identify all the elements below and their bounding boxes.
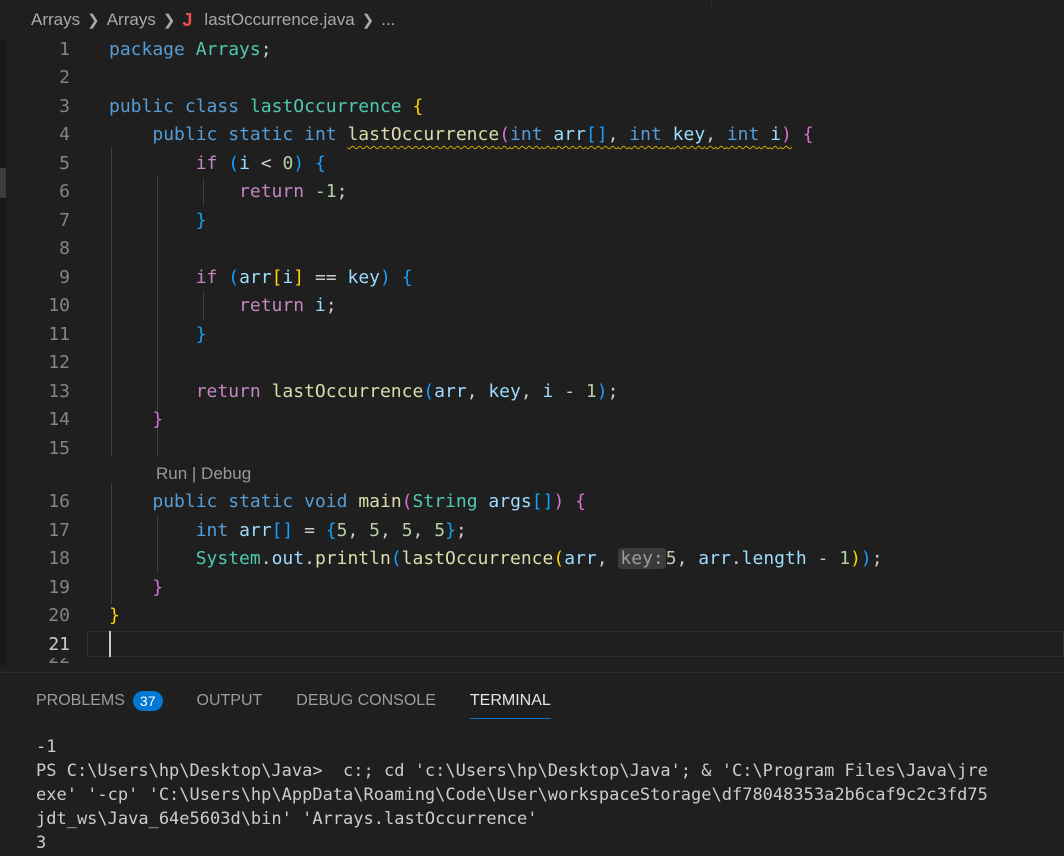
text-cursor — [109, 631, 111, 657]
line-number: 20 — [48, 605, 70, 626]
code-text: public class lastOccurrence { — [109, 96, 424, 117]
terminal-line: -1 — [36, 737, 57, 757]
code-text: public static void main(String args[]) { — [152, 491, 586, 512]
code-line: 10 return i; — [7, 292, 1064, 320]
code-line: 4 public static int lastOccurrence(int a… — [7, 121, 1064, 149]
code-line: 17 int arr[] = {5, 5, 5, 5}; — [7, 517, 1064, 545]
code-text: return -1; — [239, 181, 348, 202]
code-line: 18 System.out.println(lastOccurrence(arr… — [7, 545, 1064, 573]
left-gutter — [0, 40, 7, 665]
line-number: 16 — [48, 491, 70, 512]
code-line: 14 } — [7, 406, 1064, 434]
bottom-panel: PROBLEMS 37 OUTPUT DEBUG CONSOLE TERMINA… — [0, 672, 1064, 856]
line-number: 18 — [48, 548, 70, 569]
code-text: } — [195, 324, 207, 345]
line-number: 3 — [59, 96, 70, 117]
line-number: 5 — [59, 153, 70, 174]
tab-debug-console[interactable]: DEBUG CONSOLE — [296, 687, 436, 715]
code-line: 1 package Arrays; — [7, 36, 1064, 64]
code-line: 11 } — [7, 321, 1064, 349]
code-text: if (arr[i] == key) { — [195, 267, 413, 288]
code-line: 19 } — [7, 574, 1064, 602]
code-text: return lastOccurrence(arr, key, i - 1); — [195, 381, 619, 402]
code-text: } — [195, 210, 207, 231]
code-line: 5 if (i < 0) { — [7, 150, 1064, 178]
breadcrumb: Arrays ❯ Arrays ❯ J lastOccurrence.java … — [0, 0, 1064, 40]
line-number: 1 — [59, 39, 70, 60]
code-line: 16 public static void main(String args[]… — [7, 488, 1064, 516]
line-number: 8 — [59, 238, 70, 259]
breadcrumb-item-folder[interactable]: Arrays — [31, 10, 80, 30]
codelens-run-debug[interactable]: Run | Debug — [156, 464, 251, 484]
line-number: 15 — [48, 438, 70, 459]
line-number: 9 — [59, 267, 70, 288]
breadcrumb-item-file[interactable]: lastOccurrence.java — [204, 10, 354, 30]
gutter-marker — [0, 168, 6, 198]
code-line: 7 } — [7, 207, 1064, 235]
line-number: 7 — [59, 210, 70, 231]
java-file-icon: J — [182, 9, 193, 30]
code-text: if (i < 0) { — [195, 153, 326, 174]
line-number: 6 — [59, 181, 70, 202]
line-number: 12 — [48, 352, 70, 373]
line-number: 21 — [48, 634, 70, 655]
terminal-line: exe' '-cp' 'C:\Users\hp\AppData\Roaming\… — [36, 785, 988, 805]
panel-tabs: PROBLEMS 37 OUTPUT DEBUG CONSOLE TERMINA… — [36, 687, 585, 719]
code-line: 20 } — [7, 602, 1064, 630]
code-text: } — [152, 577, 164, 598]
code-line: 3 public class lastOccurrence { — [7, 93, 1064, 121]
code-line: 9 if (arr[i] == key) { — [7, 264, 1064, 292]
line-number: 2 — [59, 67, 70, 88]
problems-count-badge: 37 — [132, 691, 163, 711]
tab-problems[interactable]: PROBLEMS 37 — [36, 687, 163, 715]
line-number: 17 — [48, 520, 70, 541]
line-number: 22 — [7, 658, 70, 666]
terminal-output[interactable]: -1 PS C:\Users\hp\Desktop\Java> c:; cd 'c… — [36, 735, 1064, 855]
breadcrumb-item-package[interactable]: Arrays — [107, 10, 156, 30]
chevron-right-icon: ❯ — [162, 12, 176, 29]
code-text: int arr[] = {5, 5, 5, 5}; — [195, 520, 467, 541]
code-text: } — [109, 605, 120, 626]
line-number: 4 — [59, 124, 70, 145]
top-divider — [711, 0, 712, 8]
code-line: 2 — [7, 64, 1064, 92]
parameter-hint: key: — [618, 548, 666, 569]
terminal-line: PS C:\Users\hp\Desktop\Java> c:; cd 'c:\… — [36, 761, 988, 781]
code-line: 21 — [7, 631, 1064, 659]
code-text: public static int lastOccurrence(int arr… — [152, 124, 814, 145]
line-number: 14 — [48, 409, 70, 430]
code-text: package Arrays; — [109, 39, 272, 60]
line-number: 19 — [48, 577, 70, 598]
line-number: 10 — [48, 295, 70, 316]
code-line: 6 return -1; — [7, 178, 1064, 206]
code-line: 15 — [7, 435, 1064, 463]
terminal-line: jdt_ws\Java_64e5603d\bin' 'Arrays.lastOc… — [36, 809, 538, 829]
code-line: 8 — [7, 235, 1064, 263]
code-text: return i; — [239, 295, 337, 316]
code-text: System.out.println(lastOccurrence(arr, k… — [195, 548, 883, 569]
chevron-right-icon: ❯ — [361, 12, 375, 29]
code-line: 22 — [7, 658, 1064, 666]
line-number: 13 — [48, 381, 70, 402]
tab-output[interactable]: OUTPUT — [197, 687, 263, 715]
code-line: 12 — [7, 349, 1064, 377]
terminal-line: 3 — [36, 833, 47, 853]
code-line: 13 return lastOccurrence(arr, key, i - 1… — [7, 378, 1064, 406]
line-number: 11 — [48, 324, 70, 345]
tab-terminal[interactable]: TERMINAL — [469, 687, 551, 719]
breadcrumb-item-more[interactable]: ... — [381, 10, 395, 30]
code-editor[interactable]: 1 package Arrays; 2 3 public class lastO… — [7, 36, 1064, 666]
chevron-right-icon: ❯ — [87, 12, 100, 29]
code-text: } — [152, 409, 164, 430]
